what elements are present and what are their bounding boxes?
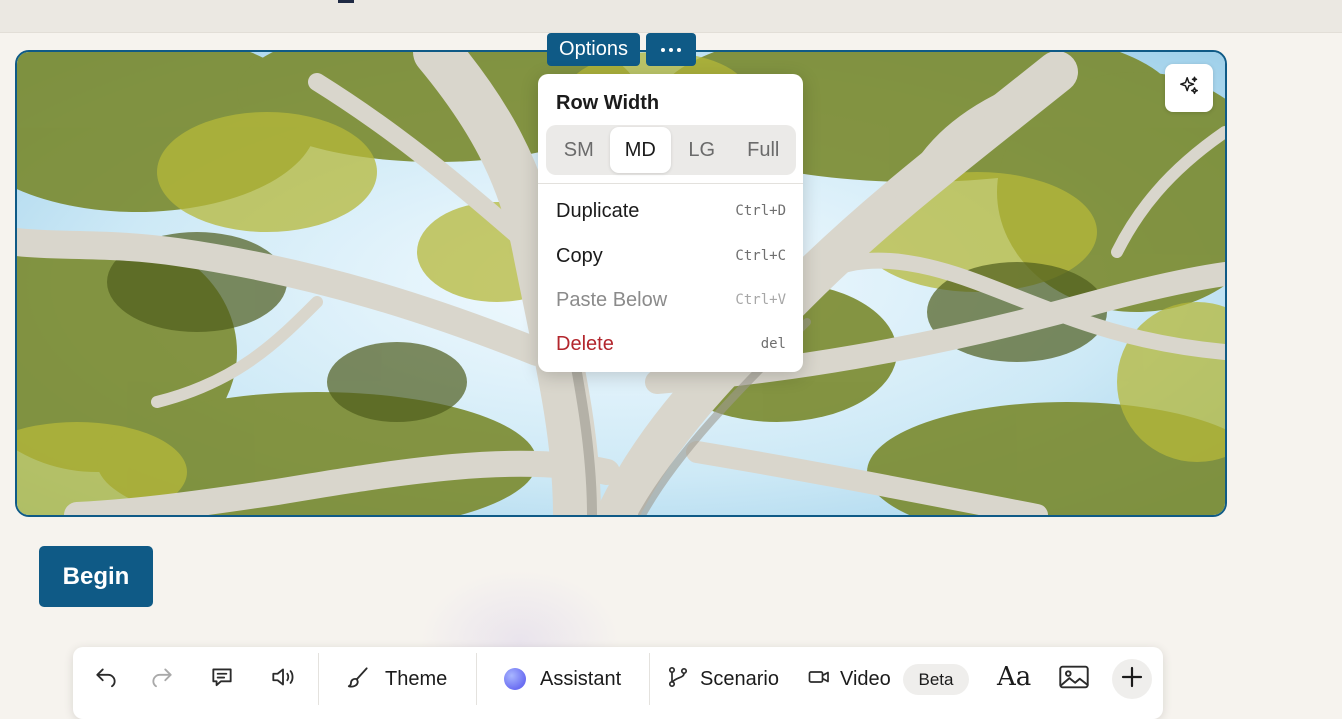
image-button[interactable] bbox=[1058, 647, 1090, 711]
branch-icon bbox=[666, 664, 690, 695]
row-width-full[interactable]: Full bbox=[733, 127, 795, 173]
plus-icon bbox=[1120, 665, 1144, 694]
begin-button[interactable]: Begin bbox=[39, 546, 153, 607]
comment-icon bbox=[209, 664, 235, 695]
theme-label: Theme bbox=[385, 667, 448, 690]
duplicate-label: Duplicate bbox=[556, 199, 640, 222]
top-marker bbox=[338, 0, 354, 3]
options-button[interactable]: Options bbox=[547, 33, 640, 66]
paste-below-label: Paste Below bbox=[556, 288, 668, 311]
sparkles-icon bbox=[1178, 75, 1200, 102]
options-menu: Row Width SM MD LG Full Duplicate Ctrl+D… bbox=[538, 74, 803, 372]
theme-button[interactable]: Theme bbox=[345, 647, 447, 711]
assistant-orb-icon bbox=[504, 668, 526, 690]
typography-button[interactable]: Aa bbox=[997, 662, 1031, 692]
menu-item-copy[interactable]: Copy Ctrl+C bbox=[538, 236, 803, 276]
row-width-title: Row Width bbox=[556, 92, 660, 114]
menu-item-paste-below[interactable]: Paste Below Ctrl+V bbox=[538, 280, 803, 320]
paste-below-shortcut: Ctrl+V bbox=[735, 292, 786, 308]
menu-item-delete[interactable]: Delete del bbox=[538, 324, 803, 364]
scenario-label: Scenario bbox=[700, 667, 779, 690]
video-button[interactable]: Video bbox=[807, 647, 891, 711]
undo-icon bbox=[93, 664, 119, 695]
row-width-md[interactable]: MD bbox=[609, 127, 671, 173]
more-options-button[interactable] bbox=[646, 33, 696, 66]
begin-label: Begin bbox=[62, 562, 130, 590]
row-width-lg[interactable]: LG bbox=[671, 127, 733, 173]
more-horizontal-icon bbox=[661, 47, 681, 52]
delete-shortcut: del bbox=[760, 336, 786, 352]
row-width-selector: SM MD LG Full bbox=[546, 125, 796, 175]
top-strip bbox=[0, 0, 1342, 33]
menu-divider bbox=[538, 183, 803, 184]
row-width-sm[interactable]: SM bbox=[548, 127, 610, 173]
bottom-toolbar: Theme Assistant Scenario Video Beta Aa bbox=[73, 647, 1163, 719]
menu-item-duplicate[interactable]: Duplicate Ctrl+D bbox=[538, 191, 803, 231]
assistant-label: Assistant bbox=[540, 667, 622, 690]
redo-icon bbox=[149, 664, 175, 695]
redo-button[interactable] bbox=[149, 647, 175, 711]
image-icon bbox=[1058, 663, 1090, 696]
speaker-icon bbox=[269, 664, 297, 695]
beta-badge: Beta bbox=[903, 664, 969, 695]
assistant-button[interactable]: Assistant bbox=[504, 647, 621, 711]
ai-sparkles-button[interactable] bbox=[1165, 64, 1213, 112]
delete-label: Delete bbox=[556, 332, 614, 355]
duplicate-shortcut: Ctrl+D bbox=[735, 203, 786, 219]
undo-button[interactable] bbox=[93, 647, 119, 711]
toolbar-divider bbox=[318, 653, 319, 705]
video-camera-icon bbox=[807, 664, 831, 695]
toolbar-divider bbox=[649, 653, 650, 705]
add-button[interactable] bbox=[1112, 659, 1152, 699]
brush-icon bbox=[345, 664, 371, 695]
toolbar-divider bbox=[476, 653, 477, 705]
options-label: Options bbox=[559, 38, 628, 60]
video-label: Video bbox=[840, 667, 891, 690]
audio-button[interactable] bbox=[269, 647, 297, 711]
copy-label: Copy bbox=[556, 244, 603, 267]
scenario-button[interactable]: Scenario bbox=[666, 647, 779, 711]
copy-shortcut: Ctrl+C bbox=[735, 248, 786, 264]
comment-button[interactable] bbox=[209, 647, 235, 711]
